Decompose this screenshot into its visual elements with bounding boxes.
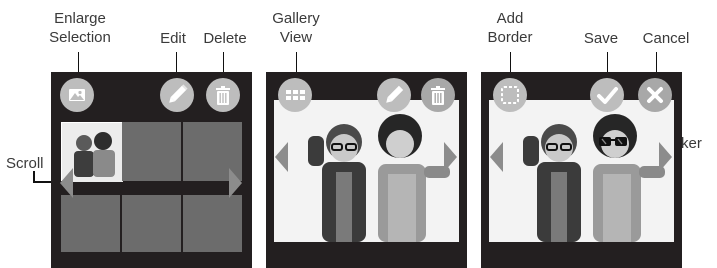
gallery-label-line2: View [279,29,313,46]
save-button[interactable] [590,78,624,112]
edit-button[interactable] [377,78,411,112]
thumbnail[interactable] [61,195,120,252]
photo [489,100,674,242]
sunglasses-sticker[interactable] [598,136,628,148]
delete-label: Delete [203,30,247,47]
pencil-icon [169,84,188,103]
checkmark-icon [597,87,618,104]
thumbnail-grid-screen [51,72,252,268]
image-icon [69,89,85,101]
enlarge-selection-label: Enlarge Selection [38,9,122,47]
previous-photo-arrow[interactable] [275,142,288,172]
enlarge-selection-button[interactable] [60,78,94,112]
gallery-view-button[interactable] [278,78,312,112]
scroll-label: Scroll [6,155,44,172]
trash-icon [216,86,230,105]
scroll-right-arrow[interactable] [229,168,242,198]
border-icon [501,86,519,104]
cancel-label: Cancel [642,30,690,47]
previous-photo-arrow[interactable] [490,142,503,172]
add-border-label: Add Border [478,9,542,47]
enlarge-label-line2: Selection [49,29,111,46]
cancel-button[interactable] [638,78,672,112]
edit-button[interactable] [160,78,194,112]
photo [274,100,459,242]
edit-mode-screen [481,72,682,268]
scroll-left-arrow[interactable] [60,168,73,198]
add-border-line2: Border [487,29,533,46]
next-photo-arrow[interactable] [444,142,457,172]
kids-photo [489,100,674,242]
kids-photo [274,100,459,242]
add-border-button[interactable] [493,78,527,112]
next-photo-arrow[interactable] [659,142,672,172]
add-border-line1: Add [496,10,524,27]
thumbnail[interactable] [183,195,242,252]
pencil-icon [386,85,404,103]
thumbnail[interactable] [122,122,181,181]
enlarge-label-line1: Enlarge [54,10,106,27]
gallery-view-label: Gallery View [264,9,328,47]
close-icon [647,87,663,103]
grid-icon [286,90,305,100]
trash-icon [431,86,445,105]
thumbnail[interactable] [122,195,181,252]
enlarged-photo-screen [266,72,467,268]
delete-button[interactable] [421,78,455,112]
gallery-label-line1: Gallery [272,10,320,27]
delete-button[interactable] [206,78,240,112]
edit-label: Edit [160,30,186,47]
save-label: Save [583,30,619,47]
